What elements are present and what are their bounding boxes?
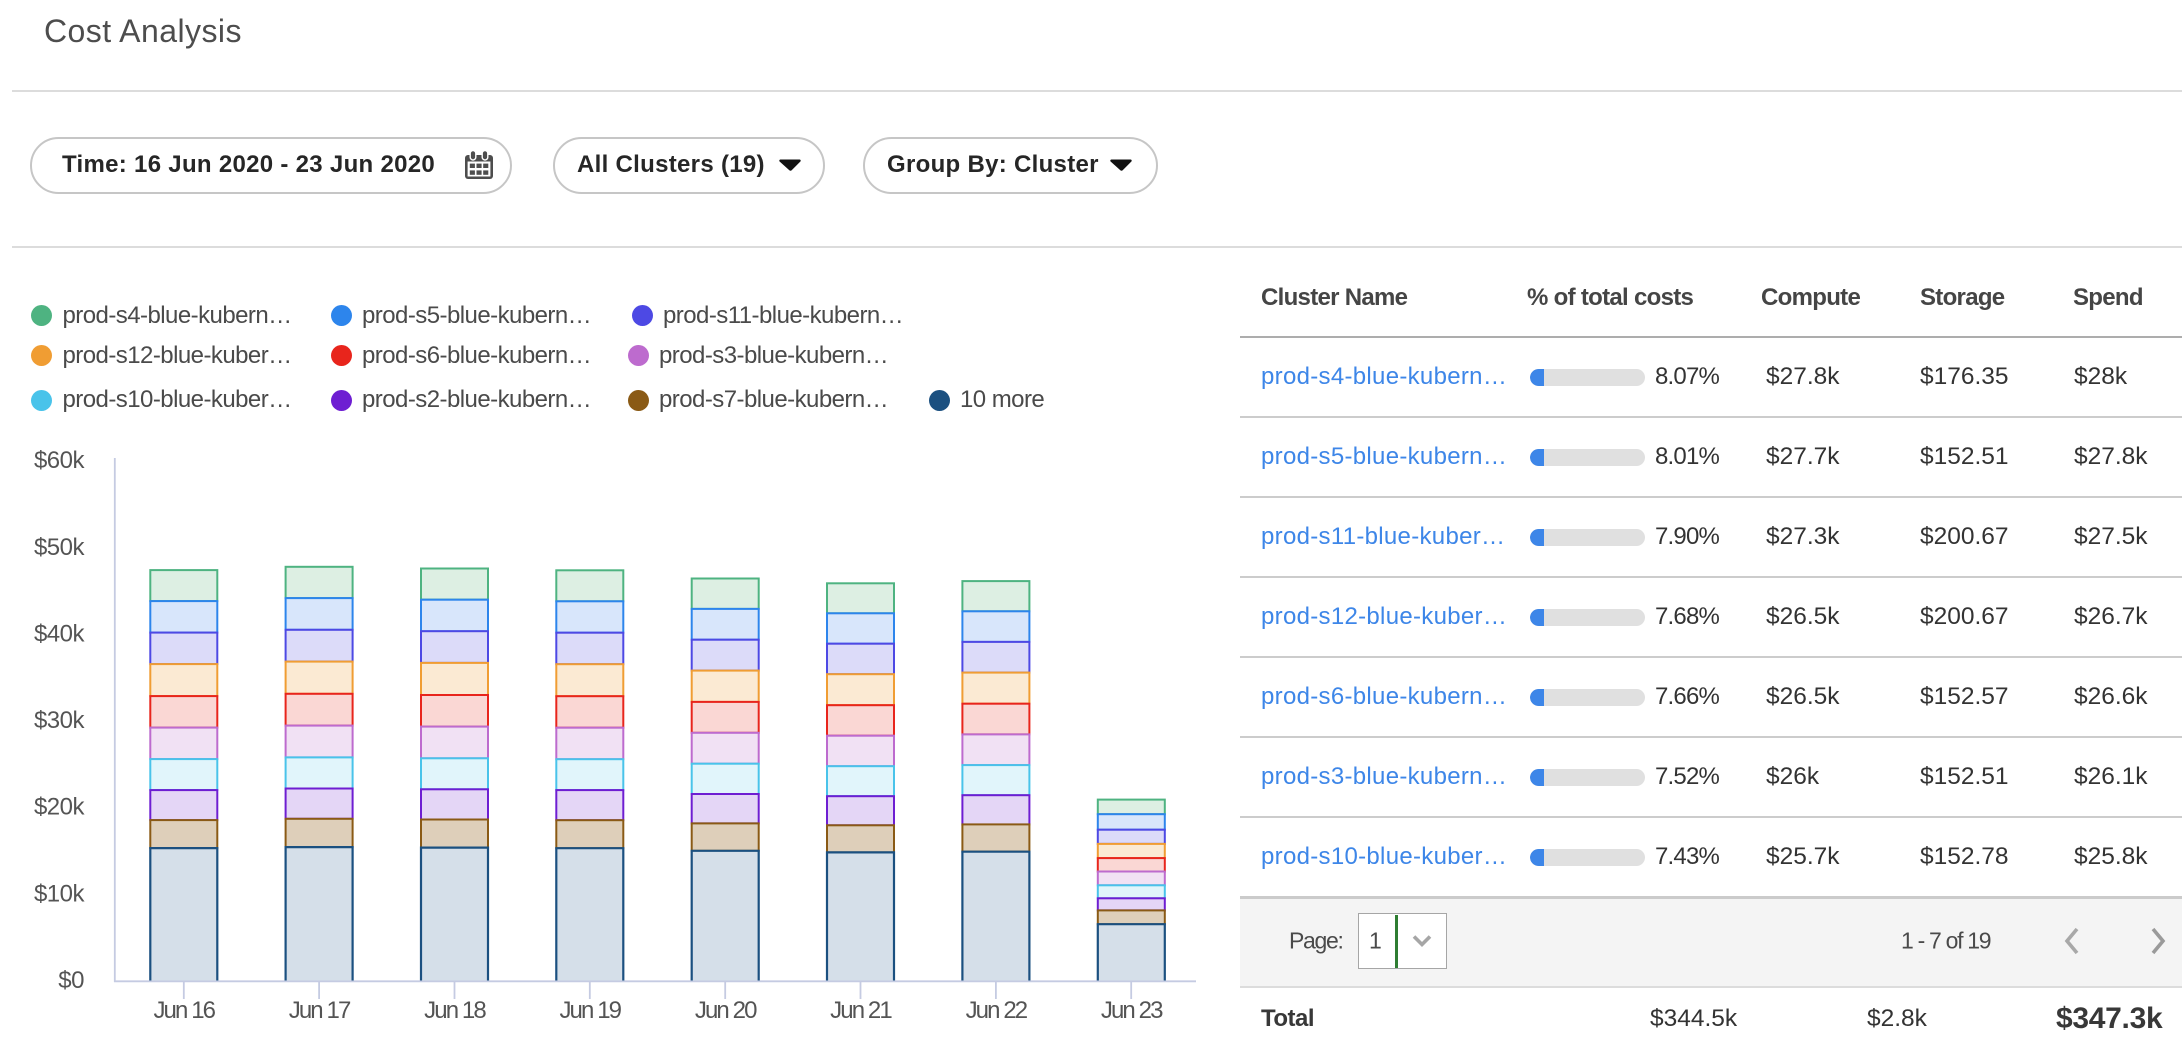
svg-text:Jun 22: Jun 22 bbox=[966, 997, 1028, 1024]
svg-text:Jun 19: Jun 19 bbox=[559, 997, 621, 1024]
svg-text:$10k: $10k bbox=[34, 880, 86, 907]
svg-text:Jun 16: Jun 16 bbox=[153, 997, 215, 1024]
svg-text:$0: $0 bbox=[58, 967, 84, 994]
svg-text:Jun 23: Jun 23 bbox=[1101, 997, 1163, 1024]
svg-text:Jun 21: Jun 21 bbox=[830, 997, 892, 1024]
svg-text:$30k: $30k bbox=[34, 707, 86, 734]
svg-text:$40k: $40k bbox=[34, 620, 86, 647]
svg-text:Jun 17: Jun 17 bbox=[289, 997, 351, 1024]
svg-text:$20k: $20k bbox=[34, 794, 86, 821]
svg-text:Jun 18: Jun 18 bbox=[424, 997, 486, 1024]
svg-text:$60k: $60k bbox=[34, 447, 86, 474]
svg-text:$50k: $50k bbox=[34, 534, 86, 561]
svg-text:Jun 20: Jun 20 bbox=[695, 997, 757, 1024]
